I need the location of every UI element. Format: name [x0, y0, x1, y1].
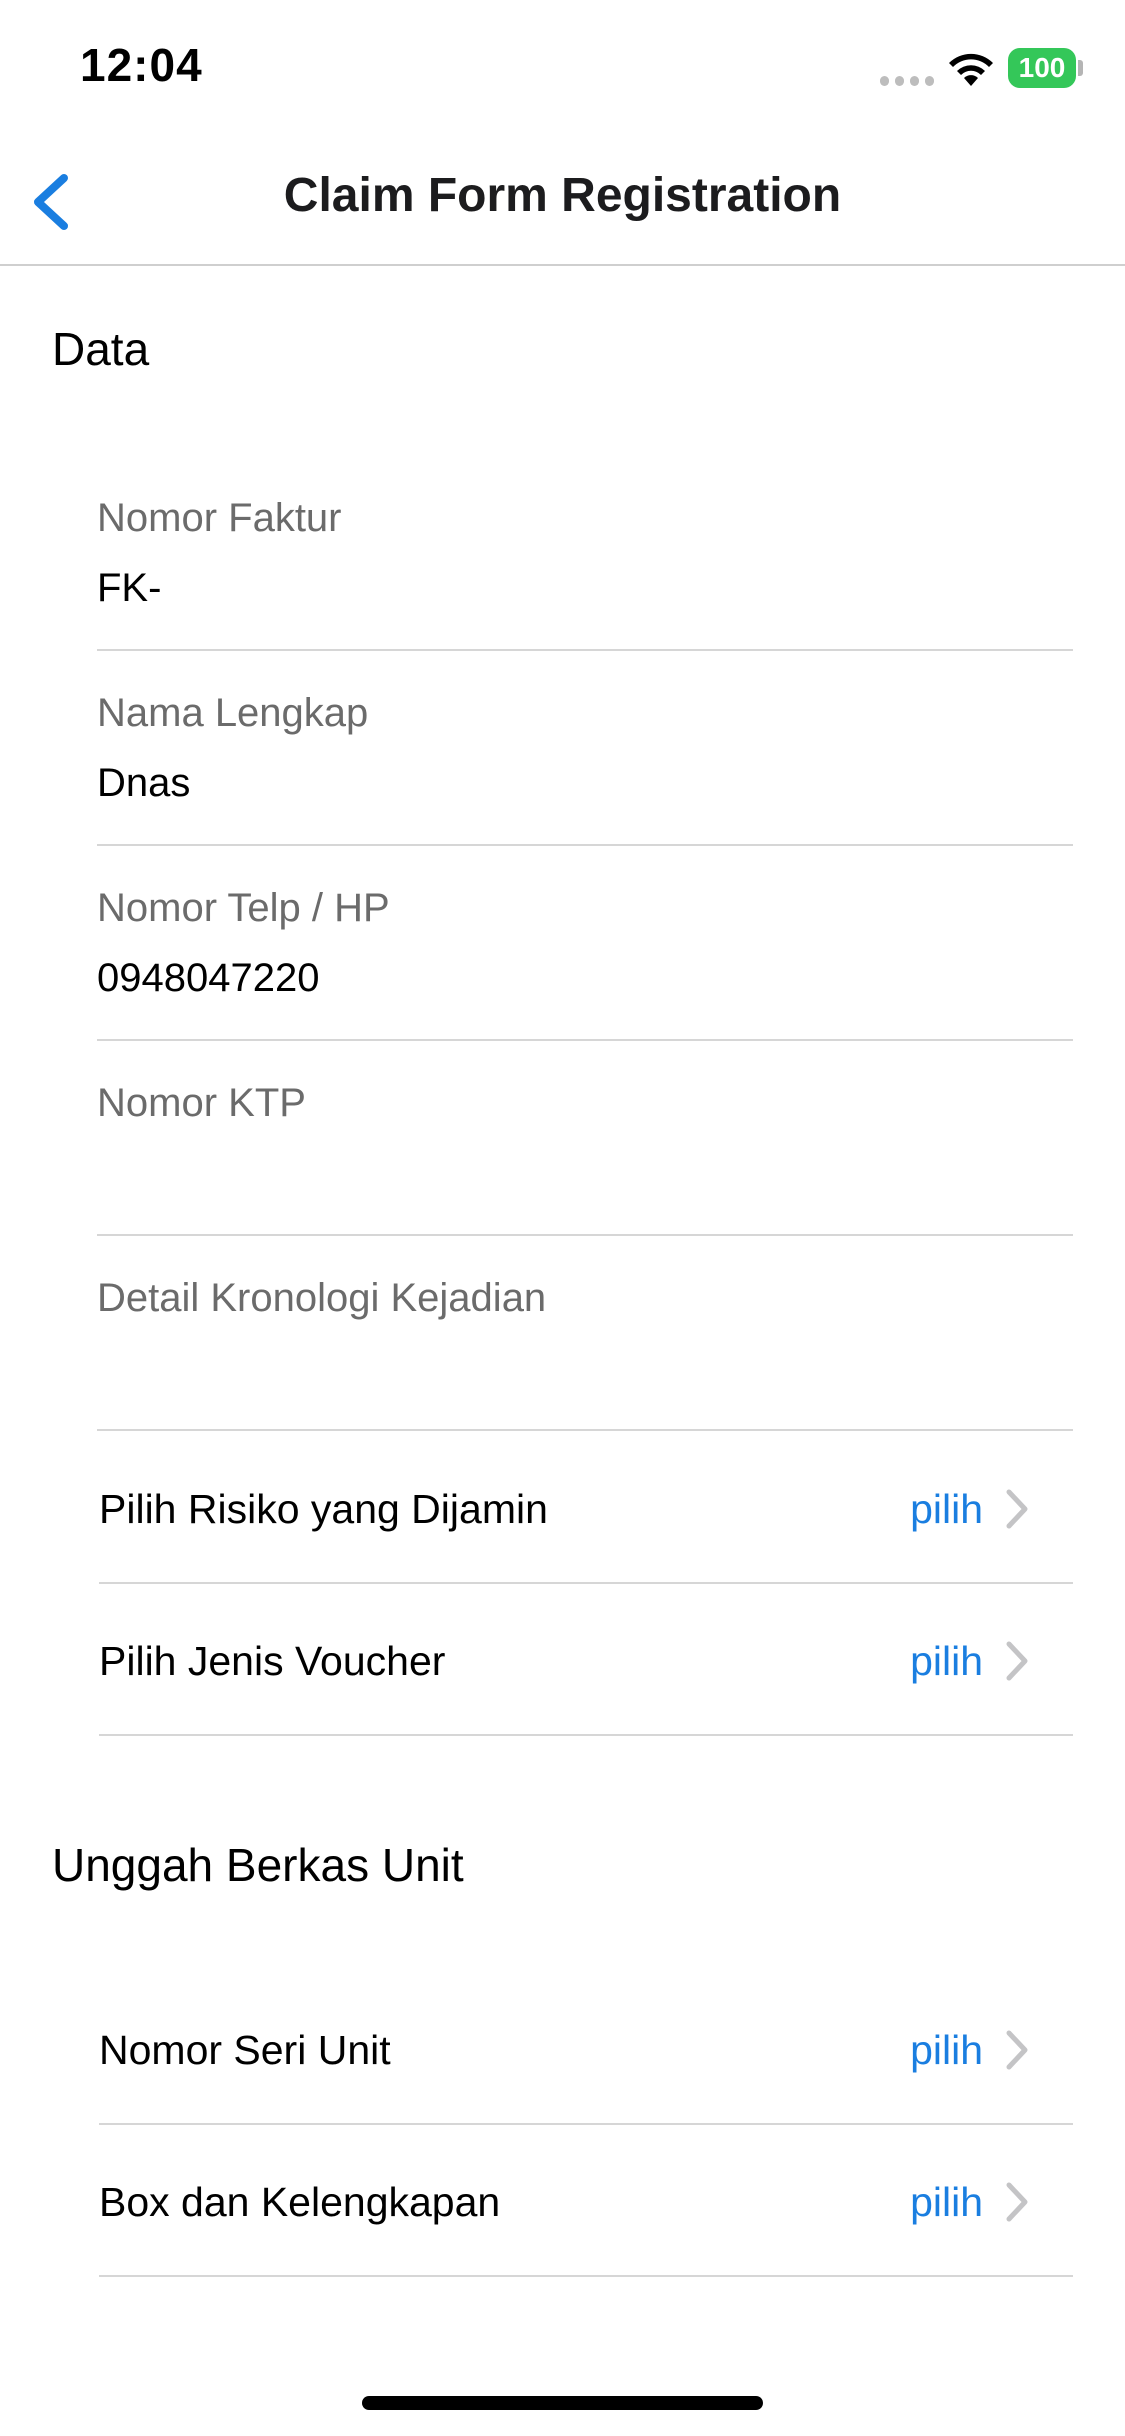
- field-label: Detail Kronologi Kejadian: [97, 1276, 547, 1320]
- chevron-right-icon: [1006, 2030, 1028, 2070]
- chevron-right-icon: [1006, 2182, 1028, 2222]
- section-title-upload: Unggah Berkas Unit: [52, 1839, 464, 1891]
- id-card-input[interactable]: [97, 1151, 997, 1196]
- select-action-link[interactable]: pilih: [910, 2179, 983, 2226]
- section-title-data: Data: [52, 323, 150, 375]
- field-label: Nomor Telp / HP: [97, 886, 390, 930]
- field-label: Nomor KTP: [97, 1081, 306, 1125]
- cellular-signal-icon: [880, 72, 934, 86]
- field-label: Nomor Faktur: [97, 496, 342, 540]
- field-label: Nama Lengkap: [97, 691, 369, 735]
- select-action-link[interactable]: pilih: [910, 2027, 983, 2074]
- incident-chronology-field[interactable]: Detail Kronologi Kejadian: [97, 1236, 1073, 1431]
- navigation-bar: Claim Form Registration: [0, 132, 1125, 266]
- status-time: 12:04: [80, 39, 203, 91]
- home-indicator[interactable]: [362, 2396, 763, 2410]
- incident-chronology-input[interactable]: [97, 1346, 997, 1391]
- select-row-label: Pilih Jenis Voucher: [99, 1638, 446, 1684]
- invoice-number-input[interactable]: [97, 566, 997, 611]
- page-title: Claim Form Registration: [283, 169, 842, 222]
- battery-cap: [1078, 60, 1083, 76]
- chevron-right-icon: [1006, 1641, 1028, 1681]
- box-and-accessories-row[interactable]: Box dan Kelengkapan pilih: [99, 2125, 1073, 2277]
- select-row-label: Pilih Risiko yang Dijamin: [99, 1486, 548, 1532]
- select-row-label: Box dan Kelengkapan: [99, 2179, 501, 2225]
- select-row-label: Nomor Seri Unit: [99, 2027, 391, 2073]
- phone-field[interactable]: Nomor Telp / HP: [97, 846, 1073, 1041]
- battery-icon: 100: [1008, 48, 1076, 88]
- select-insured-risk-row[interactable]: Pilih Risiko yang Dijamin pilih: [99, 1432, 1073, 1584]
- select-action-link[interactable]: pilih: [910, 1486, 983, 1533]
- full-name-input[interactable]: [97, 761, 997, 806]
- unit-serial-number-row[interactable]: Nomor Seri Unit pilih: [99, 1973, 1073, 2125]
- select-voucher-type-row[interactable]: Pilih Jenis Voucher pilih: [99, 1584, 1073, 1736]
- wifi-icon: [949, 53, 993, 86]
- id-card-field[interactable]: Nomor KTP: [97, 1041, 1073, 1236]
- select-action-link[interactable]: pilih: [910, 1638, 983, 1685]
- full-name-field[interactable]: Nama Lengkap: [97, 651, 1073, 846]
- status-bar: 12:04 100: [0, 0, 1125, 132]
- chevron-right-icon: [1006, 1489, 1028, 1529]
- invoice-number-field[interactable]: Nomor Faktur: [97, 456, 1073, 651]
- phone-input[interactable]: [97, 956, 997, 1001]
- claim-form-screen: 12:04 100 Claim Form Registration Data N…: [0, 0, 1125, 2436]
